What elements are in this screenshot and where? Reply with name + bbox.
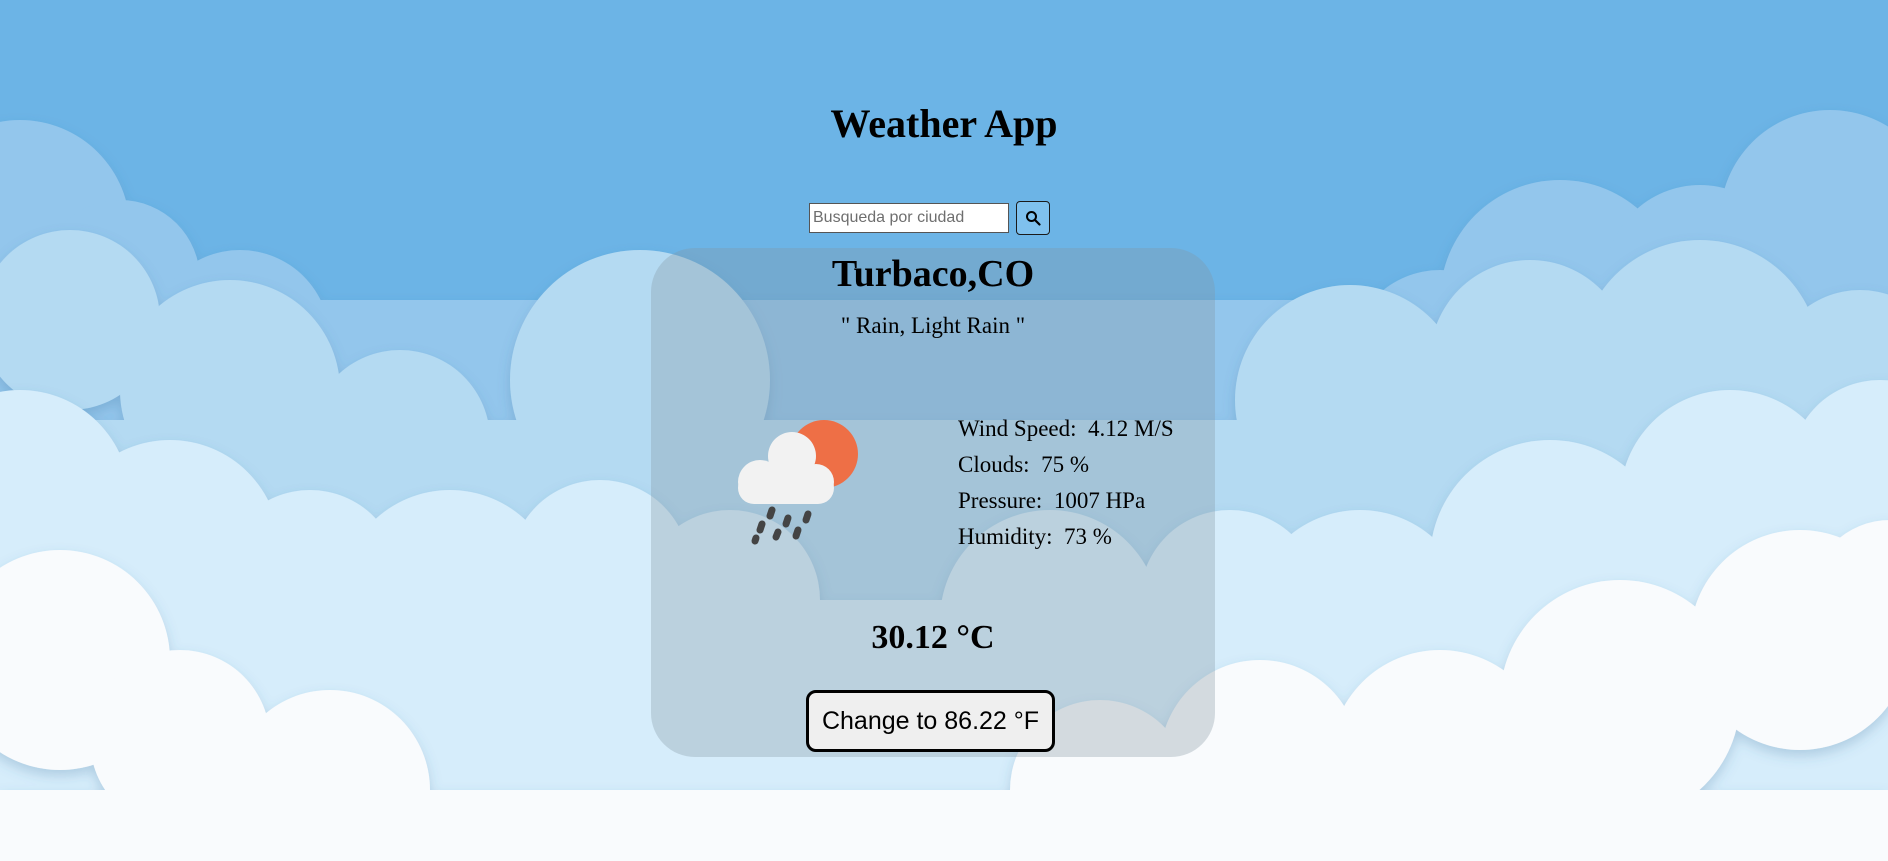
city-name: Turbaco,CO (831, 253, 1035, 295)
search-icon (1026, 211, 1041, 226)
search-input[interactable] (809, 203, 1009, 233)
app-title: Weather App (830, 101, 1058, 146)
wind-speed: Wind Speed: 4.12 M/S (958, 416, 1174, 441)
temperature: 30.12 °C (871, 619, 995, 656)
search-button[interactable] (1016, 201, 1050, 235)
pressure: Pressure: 1007 HPa (958, 488, 1146, 513)
weather-stats: Wind Speed: 4.12 M/S Clouds: 75 % Pressu… (958, 412, 1174, 556)
humidity: Humidity: 73 % (958, 524, 1112, 549)
cloud-sun-rain-icon (738, 420, 858, 545)
search-bar (809, 201, 1050, 235)
weather-description: " Rain, Light Rain " (840, 313, 1026, 338)
clouds: Clouds: 75 % (958, 452, 1089, 477)
change-unit-button[interactable]: Change to 86.22 °F (806, 690, 1055, 752)
